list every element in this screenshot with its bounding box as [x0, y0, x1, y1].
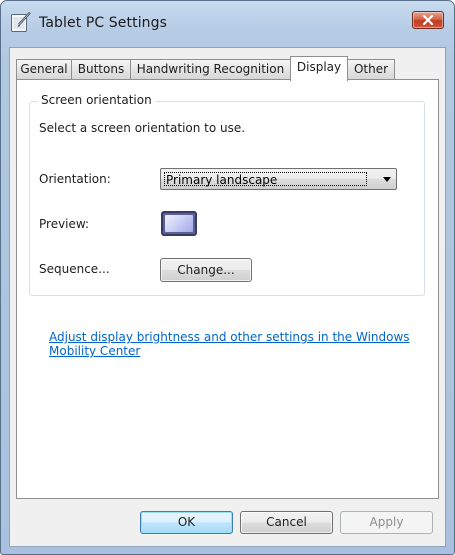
orientation-label: Orientation:: [39, 172, 111, 186]
mobility-center-link[interactable]: Adjust display brightness and other sett…: [49, 330, 421, 358]
orientation-selected-value: Primary landscape: [164, 172, 367, 187]
change-sequence-button[interactable]: Change...: [160, 258, 252, 282]
preview-label: Preview:: [39, 217, 90, 231]
orientation-preview: [161, 211, 197, 236]
tab-display[interactable]: Display: [290, 56, 348, 81]
dialog-body: General Buttons Handwriting Recognition …: [9, 47, 446, 547]
screen-orientation-group: Screen orientation Select a screen orien…: [29, 93, 425, 296]
tab-other[interactable]: Other: [347, 59, 395, 79]
tab-general[interactable]: General: [16, 59, 72, 79]
close-icon: [422, 15, 434, 25]
settings-window: Tablet PC Settings General Buttons Handw…: [0, 0, 455, 555]
sequence-label: Sequence...: [39, 262, 110, 276]
orientation-instruction: Select a screen orientation to use.: [39, 121, 246, 135]
title-bar[interactable]: Tablet PC Settings: [1, 1, 454, 47]
window-title: Tablet PC Settings: [39, 15, 168, 31]
close-button[interactable]: [412, 11, 444, 29]
ok-button[interactable]: OK: [140, 511, 233, 534]
group-title: Screen orientation: [38, 93, 155, 107]
cancel-button[interactable]: Cancel: [240, 511, 333, 534]
tablet-pen-icon: [10, 11, 32, 33]
chevron-down-icon[interactable]: [383, 177, 391, 182]
tab-buttons[interactable]: Buttons: [71, 59, 131, 79]
orientation-dropdown[interactable]: Primary landscape: [160, 168, 397, 190]
display-tab-panel: Screen orientation Select a screen orien…: [16, 79, 439, 499]
tab-handwriting-recognition[interactable]: Handwriting Recognition: [130, 59, 291, 79]
monitor-preview-icon: [165, 215, 193, 232]
apply-button[interactable]: Apply: [340, 511, 433, 534]
